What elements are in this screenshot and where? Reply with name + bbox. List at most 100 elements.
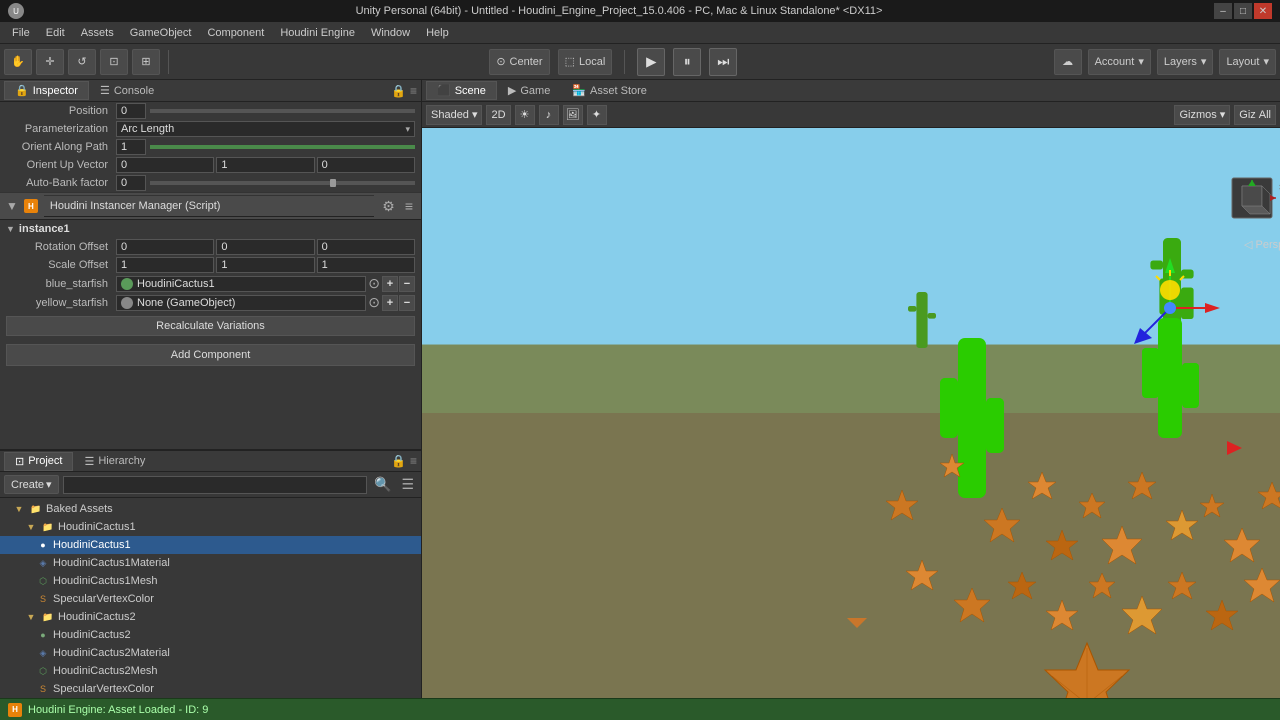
scene-view[interactable]: ✕ ◁ Persp bbox=[422, 128, 1280, 698]
scale-z[interactable] bbox=[317, 257, 415, 273]
scale-x[interactable] bbox=[116, 257, 214, 273]
component-expand-arrow[interactable]: ▼ bbox=[6, 199, 18, 213]
orient-along-input[interactable] bbox=[116, 139, 146, 155]
param-dropdown-arrow[interactable]: ▾ bbox=[405, 124, 410, 135]
yellow-starfish-remove-btn[interactable]: − bbox=[399, 295, 415, 311]
tab-inspector[interactable]: 🔒 Inspector bbox=[4, 81, 89, 100]
rotate-tool-button[interactable]: ↺ bbox=[68, 49, 96, 75]
menu-houdini-engine[interactable]: Houdini Engine bbox=[272, 25, 363, 41]
panel-menu-icon[interactable]: ≡ bbox=[410, 84, 417, 98]
scale-offset-value bbox=[116, 257, 415, 273]
tab-project[interactable]: ⊡ Project bbox=[4, 452, 73, 471]
image-icon-button[interactable]: 🖼 bbox=[563, 105, 583, 125]
param-label: Parameterization bbox=[12, 123, 112, 135]
scale-y[interactable] bbox=[216, 257, 314, 273]
titlebar: U Unity Personal (64bit) - Untitled - Ho… bbox=[0, 0, 1280, 22]
shader-icon: S bbox=[36, 682, 50, 696]
list-item[interactable]: ▼ 📁 Baked Assets bbox=[0, 500, 421, 518]
rect-tool-button[interactable]: ⊞ bbox=[132, 49, 160, 75]
project-lock-icon[interactable]: 🔒 bbox=[391, 454, 406, 468]
menu-file[interactable]: File bbox=[4, 25, 38, 41]
layers-dropdown[interactable]: Layers ▾ bbox=[1157, 49, 1214, 75]
step-button[interactable]: ⏭ bbox=[709, 48, 737, 76]
list-item[interactable]: ● HoudiniCactus2 bbox=[0, 626, 421, 644]
tab-hierarchy[interactable]: ☰ Hierarchy bbox=[73, 452, 156, 471]
orient-up-y[interactable] bbox=[216, 157, 314, 173]
list-item[interactable]: ⬡ HoudiniCactus1Mesh bbox=[0, 572, 421, 590]
pause-button[interactable]: ⏸ bbox=[673, 48, 701, 76]
blue-starfish-add-btn[interactable]: + bbox=[382, 276, 398, 292]
close-button[interactable]: ✕ bbox=[1254, 3, 1272, 19]
list-item[interactable]: ⬡ HoudiniCactus2Mesh bbox=[0, 662, 421, 680]
yellow-starfish-label: yellow_starfish bbox=[12, 297, 112, 309]
autobank-input[interactable] bbox=[116, 175, 146, 191]
blue-starfish-remove-btn[interactable]: − bbox=[399, 276, 415, 292]
status-message: Houdini Engine: Asset Loaded - ID: 9 bbox=[28, 704, 208, 716]
gizmos-dropdown[interactable]: Gizmos ▾ bbox=[1174, 105, 1230, 125]
rotation-x[interactable] bbox=[116, 239, 214, 255]
scene-tab-label: Scene bbox=[455, 85, 486, 97]
yellow-starfish-target[interactable]: ⊙ bbox=[368, 294, 380, 311]
list-item[interactable]: ◈ HoudiniCactus1Material bbox=[0, 554, 421, 572]
position-input[interactable] bbox=[116, 103, 146, 119]
tab-game[interactable]: ▶ Game bbox=[497, 81, 561, 100]
audio-icon-button[interactable]: ♪ bbox=[539, 105, 559, 125]
rotation-z[interactable] bbox=[317, 239, 415, 255]
tab-asset-store[interactable]: 🏪 Asset Store bbox=[561, 81, 658, 100]
gizmos-filter-label: All bbox=[1259, 109, 1271, 121]
pivot-dropdown[interactable]: ⊙ Center bbox=[489, 49, 549, 75]
menu-help[interactable]: Help bbox=[418, 25, 457, 41]
yellow-starfish-add-btn[interactable]: + bbox=[382, 295, 398, 311]
view-2d-button[interactable]: 2D bbox=[486, 105, 510, 125]
move-tool-button[interactable]: ✛ bbox=[36, 49, 64, 75]
list-item[interactable]: ▼ 📁 HoudiniCactus1 bbox=[0, 518, 421, 536]
panel-lock-icon[interactable]: 🔒 bbox=[391, 84, 406, 98]
project-menu-icon[interactable]: ≡ bbox=[410, 454, 417, 468]
gizmos-filter[interactable]: Giz All bbox=[1234, 105, 1276, 125]
component-settings-button[interactable]: ⚙ bbox=[380, 198, 397, 215]
pivot-label: Center bbox=[510, 56, 543, 68]
filter-button[interactable]: ☰ bbox=[398, 476, 417, 493]
add-component-button[interactable]: Add Component bbox=[6, 344, 415, 366]
recalculate-button[interactable]: Recalculate Variations bbox=[6, 316, 415, 336]
project-search-input[interactable] bbox=[63, 476, 367, 494]
space-dropdown[interactable]: ⬚ Local bbox=[558, 49, 613, 75]
cloud-button[interactable]: ☁ bbox=[1054, 49, 1082, 75]
orient-along-slider[interactable] bbox=[150, 145, 415, 149]
shaded-dropdown[interactable]: Shaded ▾ bbox=[426, 105, 482, 125]
rotation-y[interactable] bbox=[216, 239, 314, 255]
maximize-button[interactable]: □ bbox=[1234, 3, 1252, 19]
effect-icon-button[interactable]: ✦ bbox=[587, 105, 607, 125]
menu-window[interactable]: Window bbox=[363, 25, 418, 41]
component-menu-button[interactable]: ≡ bbox=[403, 198, 415, 214]
tree-item-label: HoudiniCactus1 bbox=[58, 521, 136, 533]
list-item[interactable]: ▼ 📁 HoudiniCactus2 bbox=[0, 608, 421, 626]
houdini-component-icon: H bbox=[24, 199, 38, 213]
play-button[interactable]: ▶ bbox=[637, 48, 665, 76]
position-slider[interactable] bbox=[150, 109, 415, 113]
menu-gameobject[interactable]: GameObject bbox=[122, 25, 200, 41]
create-button[interactable]: Create ▾ bbox=[4, 475, 59, 494]
sun-icon-button[interactable]: ☀ bbox=[515, 105, 535, 125]
instance1-arrow[interactable]: ▼ bbox=[6, 224, 15, 234]
scale-tool-button[interactable]: ⊡ bbox=[100, 49, 128, 75]
blue-starfish-target[interactable]: ⊙ bbox=[368, 275, 380, 292]
list-item[interactable]: ● HoudiniCactus1 bbox=[0, 536, 421, 554]
menu-component[interactable]: Component bbox=[199, 25, 272, 41]
list-item[interactable]: ◈ HoudiniCactus2Material bbox=[0, 644, 421, 662]
menu-assets[interactable]: Assets bbox=[73, 25, 122, 41]
autobank-slider[interactable] bbox=[150, 181, 415, 185]
tab-scene[interactable]: ⬛ Scene bbox=[426, 81, 497, 100]
list-item[interactable]: S SpecularVertexColor bbox=[0, 590, 421, 608]
orient-up-x[interactable] bbox=[116, 157, 214, 173]
tab-console[interactable]: ☰ Console bbox=[89, 81, 165, 100]
hand-tool-button[interactable]: ✋ bbox=[4, 49, 32, 75]
orient-up-z[interactable] bbox=[317, 157, 415, 173]
list-item[interactable]: S SpecularVertexColor bbox=[0, 680, 421, 698]
account-dropdown[interactable]: Account ▾ bbox=[1088, 49, 1151, 75]
layout-dropdown[interactable]: Layout ▾ bbox=[1219, 49, 1276, 75]
menu-edit[interactable]: Edit bbox=[38, 25, 73, 41]
search-icon-button[interactable]: 🔍 bbox=[371, 476, 394, 493]
minimize-button[interactable]: – bbox=[1214, 3, 1232, 19]
rotation-offset-label: Rotation Offset bbox=[12, 241, 112, 253]
